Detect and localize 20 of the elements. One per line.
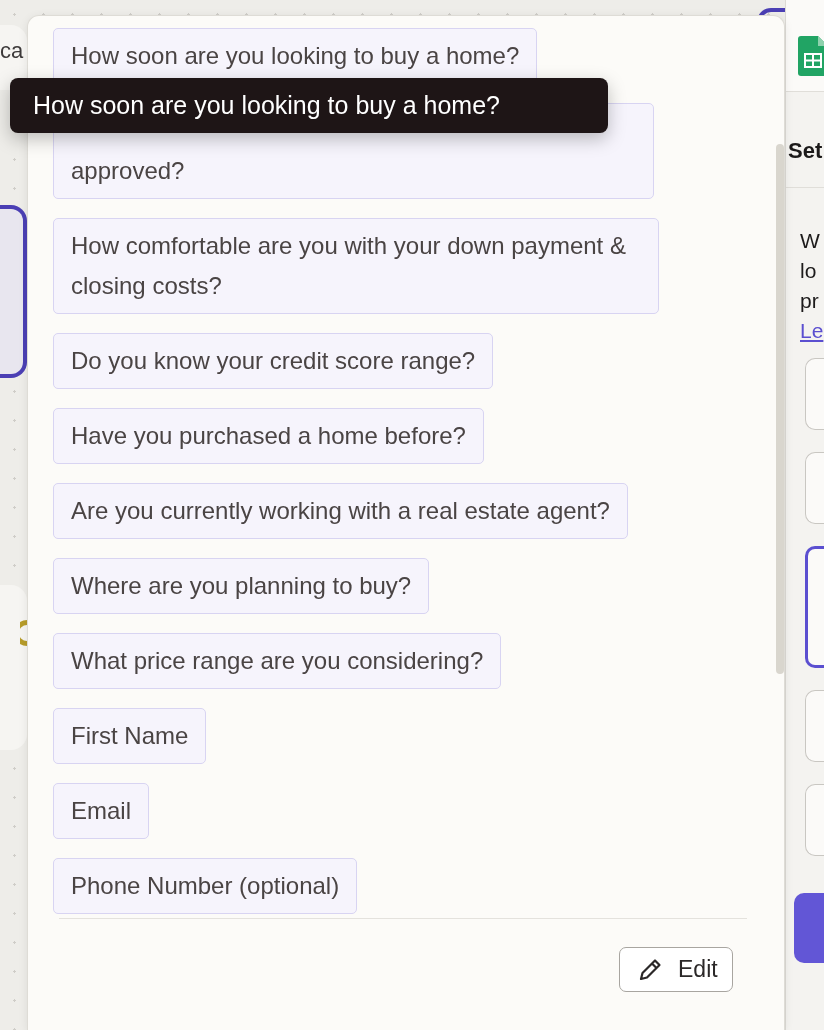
description-text: pr: [800, 288, 819, 314]
description-text: lo: [800, 258, 817, 284]
edit-button[interactable]: Edit: [619, 947, 733, 992]
node-label: ca: [0, 37, 24, 65]
question-chip[interactable]: First Name: [53, 708, 207, 764]
panel-title: Set: [786, 92, 824, 188]
question-chip[interactable]: Are you currently working with a real estate agent?: [53, 483, 628, 539]
primary-button[interactable]: [794, 893, 824, 963]
question-chip[interactable]: What price range are you considering?: [53, 633, 502, 689]
option-card[interactable]: [805, 546, 824, 668]
scrollbar-thumb[interactable]: [776, 144, 784, 674]
learn-link[interactable]: Le: [800, 319, 824, 342]
question-chip[interactable]: Phone Number (optional): [53, 858, 358, 914]
question-chip[interactable]: Do you know your credit score range?: [53, 333, 494, 389]
description-text: W: [800, 228, 820, 254]
tooltip: How soon are you looking to buy a home?: [10, 78, 608, 133]
question-chip[interactable]: Where are you planning to buy?: [53, 558, 430, 614]
question-chip[interactable]: How comfortable are you with your down payment & closing costs?: [53, 218, 659, 314]
question-chip[interactable]: Have you purchased a home before?: [53, 408, 484, 464]
question-chip[interactable]: Email: [53, 783, 149, 839]
